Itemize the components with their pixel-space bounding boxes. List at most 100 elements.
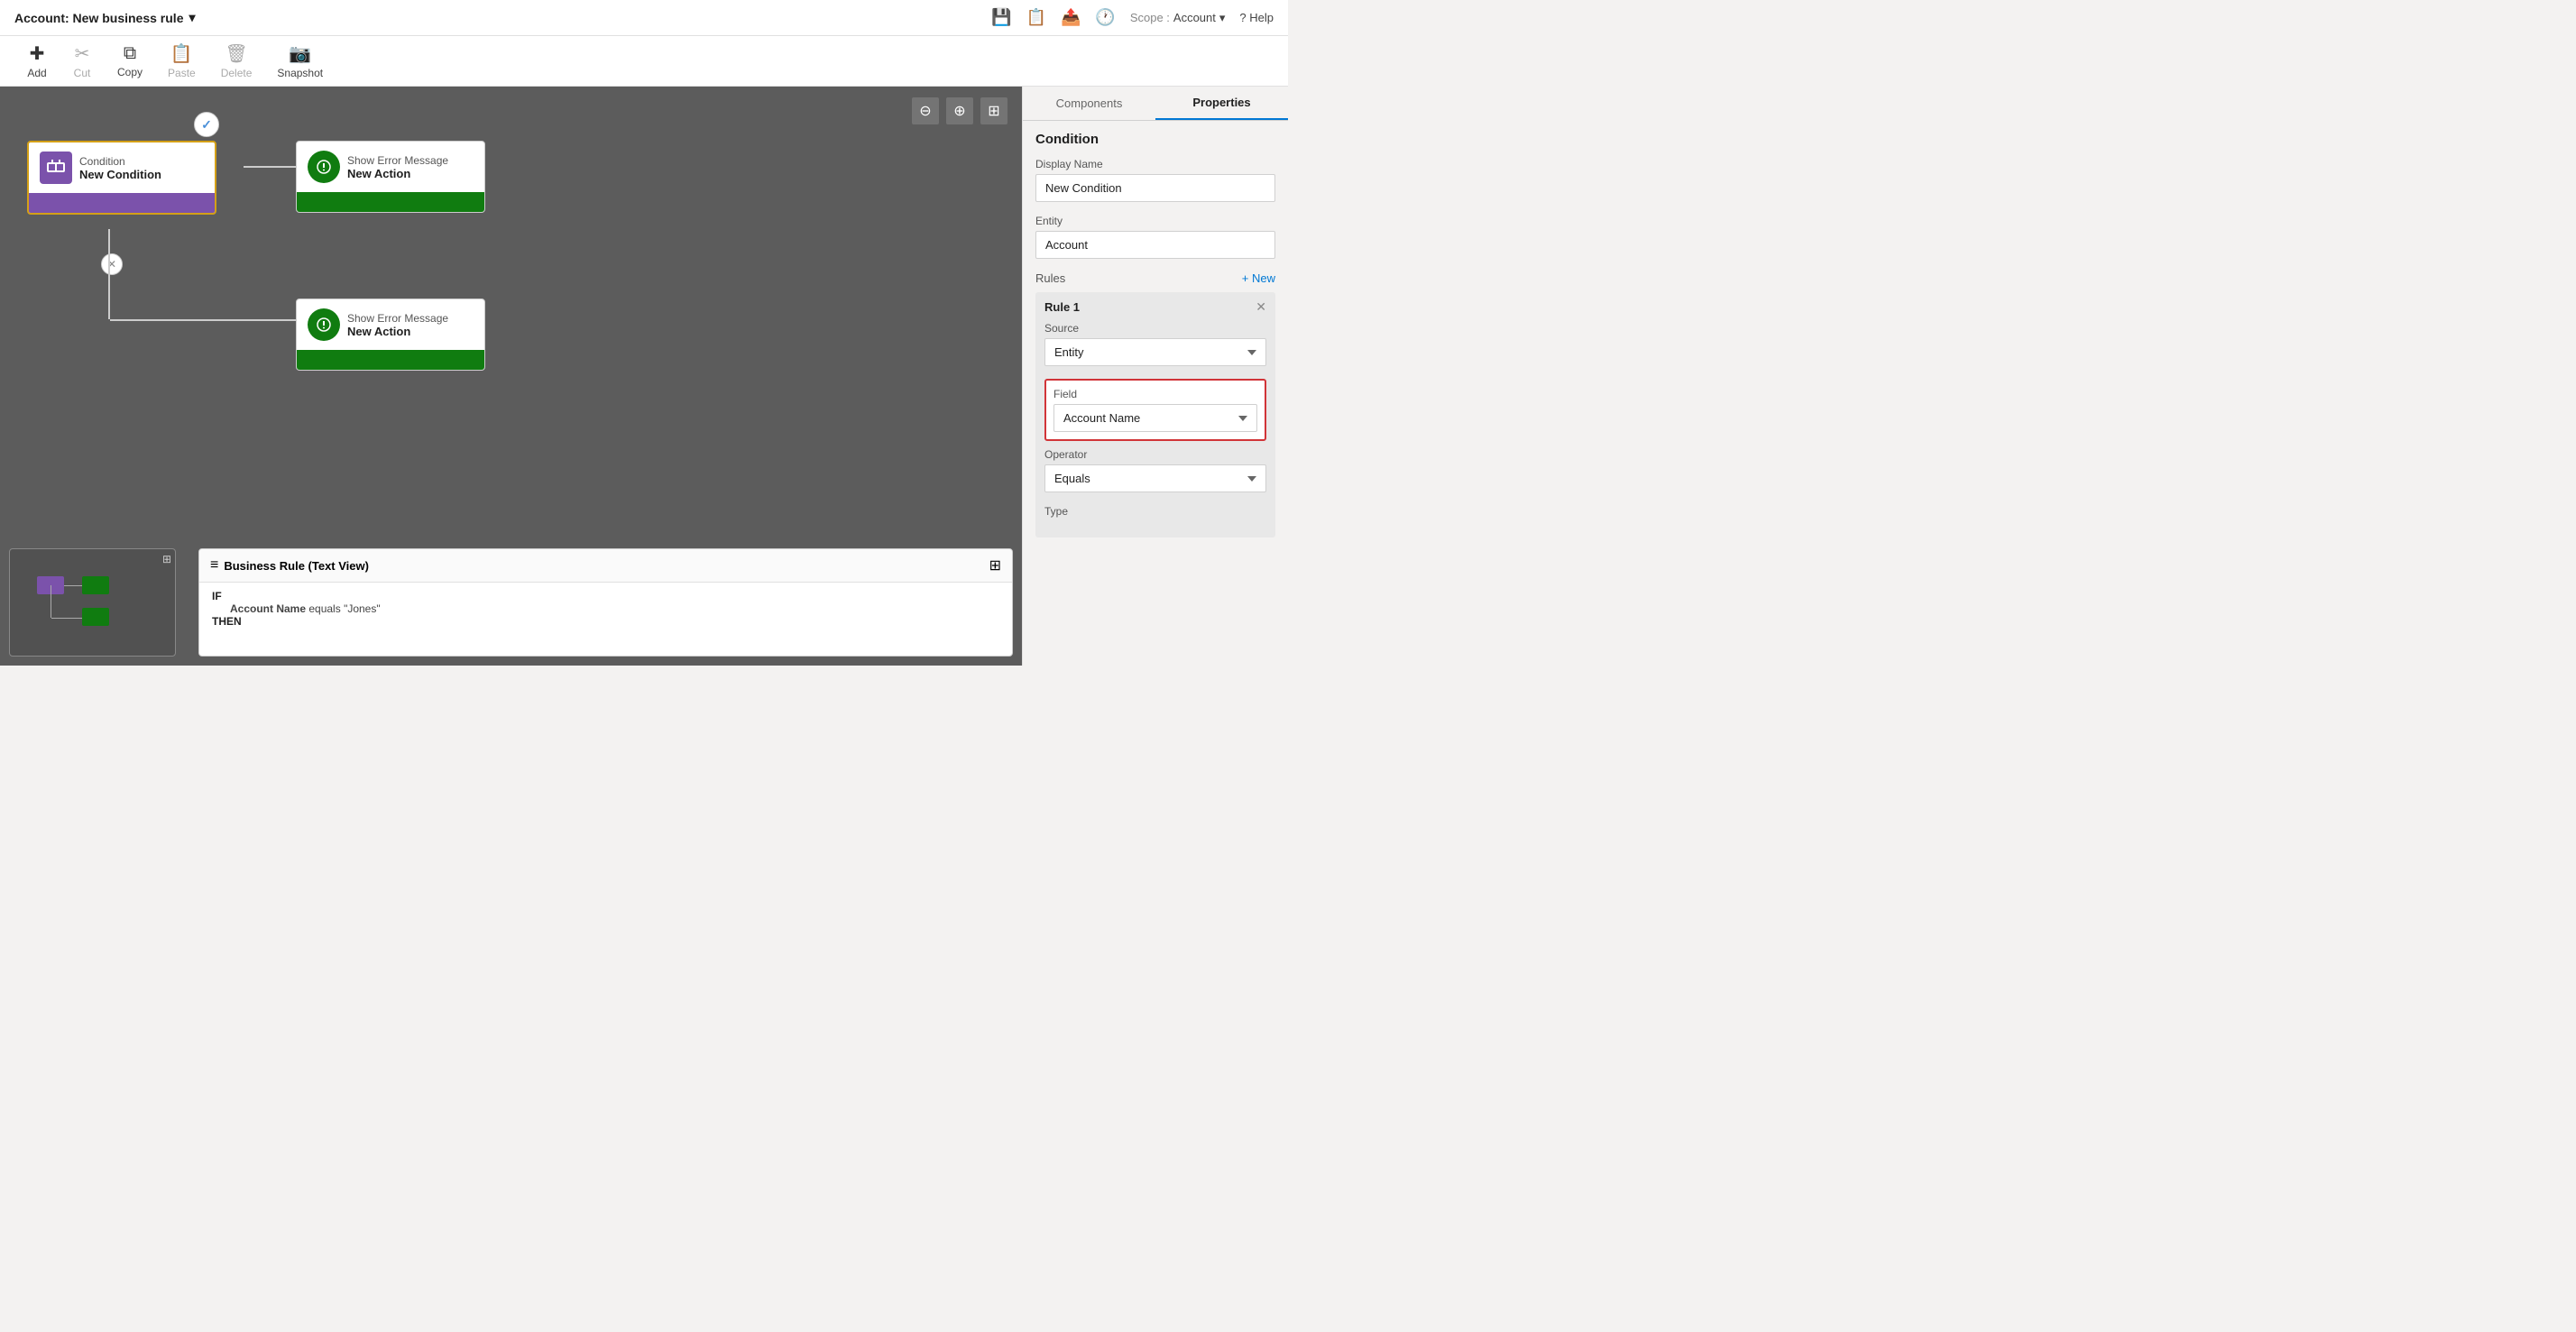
fit-button[interactable]: ⊞ (980, 97, 1007, 124)
entity-field-group: Entity (1035, 215, 1275, 259)
scope-selector[interactable]: Scope : Account ▾ (1130, 11, 1226, 25)
rules-section: Rules + New Rule 1 ✕ Source Entity (1035, 271, 1275, 537)
operator-select[interactable]: Equals (1044, 464, 1266, 492)
condition-field-name: Account Name (230, 602, 308, 615)
tab-components[interactable]: Components (1023, 87, 1155, 120)
connector-v1 (108, 229, 110, 319)
mini-action-1-node (82, 576, 109, 594)
action-node-1-header: Show Error Message New Action (297, 142, 484, 192)
help-button[interactable]: ? Help (1239, 11, 1274, 24)
scope-label: Scope : (1130, 11, 1170, 24)
rule-1-header: Rule 1 ✕ (1044, 299, 1266, 315)
operator-label: Operator (1044, 448, 1266, 461)
tab-components-label: Components (1056, 96, 1123, 110)
paste-icon: 📋 (170, 42, 193, 65)
mini-map-expand-icon[interactable]: ⊞ (162, 553, 171, 565)
field-label: Field (1053, 388, 1257, 400)
action-1-footer (297, 192, 484, 212)
title-bar: Account: New business rule ▾ 💾 📋 📤 🕐 Sco… (0, 0, 1288, 36)
toolbar: ✚ Add ✂ Cut ⧉ Copy 📋 Paste 🗑 Delete 📷 Sn… (0, 36, 1288, 87)
text-view-body: IF Account Name equals "Jones" THEN (199, 583, 1012, 635)
action-node-2-text: Show Error Message New Action (347, 312, 448, 338)
scope-value: Account (1173, 11, 1216, 24)
rules-label: Rules (1035, 271, 1065, 285)
condition-node-text: Condition New Condition (79, 155, 161, 181)
action-2-title: Show Error Message (347, 312, 448, 325)
history-icon[interactable]: 🕐 (1095, 8, 1115, 27)
zoom-out-button[interactable]: ⊖ (912, 97, 939, 124)
entity-input[interactable] (1035, 231, 1275, 259)
delete-button[interactable]: 🗑 Delete (208, 37, 265, 85)
text-view-then-line: THEN (212, 615, 999, 628)
condition-node-title: Condition (79, 155, 161, 168)
mini-map: ⊞ (9, 548, 176, 657)
page-title: Account: New business rule (14, 11, 183, 25)
add-label: Add (27, 67, 46, 79)
text-view-title-text: Business Rule (Text View) (224, 559, 369, 573)
display-name-input[interactable] (1035, 174, 1275, 202)
cut-icon: ✂ (75, 42, 90, 65)
type-field-group: Type (1044, 505, 1266, 518)
connector-h2 (110, 319, 296, 321)
source-field-group: Source Entity (1044, 322, 1266, 366)
scope-dropdown-icon[interactable]: ▾ (1219, 11, 1226, 25)
action-node-1[interactable]: Show Error Message New Action (296, 141, 485, 213)
condition-false-connector: ✕ (101, 253, 123, 275)
condition-operator: equals (308, 602, 344, 615)
copy-icon: ⧉ (124, 43, 136, 64)
rule-1-box: Rule 1 ✕ Source Entity Field (1035, 292, 1275, 537)
action-1-name: New Action (347, 167, 448, 180)
text-view-if-line: IF (212, 590, 999, 602)
operator-field-group: Operator Equals (1044, 448, 1266, 492)
then-keyword: THEN (212, 615, 242, 628)
main-layout: ⊖ ⊕ ⊞ Condition (0, 87, 1288, 666)
rule-1-title: Rule 1 (1044, 300, 1080, 314)
text-view-condition-line: Account Name equals "Jones" (212, 602, 999, 615)
copy-button[interactable]: ⧉ Copy (105, 38, 155, 84)
cut-button[interactable]: ✂ Cut (60, 37, 105, 85)
condition-node-footer (29, 193, 215, 213)
canvas-area[interactable]: ⊖ ⊕ ⊞ Condition (0, 87, 1022, 666)
mini-conn-h2 (51, 618, 82, 619)
rules-new-button[interactable]: + New (1242, 271, 1275, 285)
text-view-expand-button[interactable]: ⊞ (989, 556, 1001, 574)
paste-button[interactable]: 📋 Paste (155, 37, 208, 85)
text-view-title-area: ≡ Business Rule (Text View) (210, 557, 369, 574)
condition-node-header: Condition New Condition (29, 142, 215, 193)
publish-icon[interactable]: 📤 (1061, 8, 1081, 27)
text-view-header: ≡ Business Rule (Text View) ⊞ (199, 549, 1012, 583)
title-dropdown-icon[interactable]: ▾ (189, 10, 195, 25)
display-name-label: Display Name (1035, 158, 1275, 170)
display-name-field-group: Display Name (1035, 158, 1275, 202)
action-node-1-text: Show Error Message New Action (347, 154, 448, 180)
text-view-list-icon: ≡ (210, 557, 218, 574)
tab-properties[interactable]: Properties (1155, 87, 1288, 120)
action-node-2[interactable]: Show Error Message New Action (296, 299, 485, 371)
zoom-in-icon: ⊕ (953, 102, 965, 120)
activate-icon[interactable]: 📋 (1026, 8, 1046, 27)
add-button[interactable]: ✚ Add (14, 37, 60, 85)
rules-header: Rules + New (1035, 271, 1275, 285)
condition-node-name: New Condition (79, 168, 161, 181)
panel-content: Condition Display Name Entity Rules + Ne… (1023, 121, 1288, 666)
action-2-name: New Action (347, 325, 448, 338)
right-panel: Components Properties Condition Display … (1022, 87, 1288, 666)
delete-label: Delete (221, 67, 253, 79)
condition-value: "Jones" (344, 602, 381, 615)
type-label: Type (1044, 505, 1266, 518)
if-keyword: IF (212, 590, 222, 602)
action-2-footer (297, 350, 484, 370)
paste-label: Paste (168, 67, 196, 79)
rule-1-close-button[interactable]: ✕ (1256, 299, 1266, 315)
panel-section-title: Condition (1035, 132, 1275, 147)
snapshot-button[interactable]: 📷 Snapshot (264, 37, 336, 85)
fit-icon: ⊞ (988, 102, 999, 120)
condition-icon (40, 152, 72, 184)
save-icon[interactable]: 💾 (991, 8, 1011, 27)
zoom-in-button[interactable]: ⊕ (946, 97, 973, 124)
source-label: Source (1044, 322, 1266, 335)
condition-node[interactable]: Condition New Condition (27, 141, 216, 215)
source-select[interactable]: Entity (1044, 338, 1266, 366)
field-select[interactable]: Account Name (1053, 404, 1257, 432)
panel-tabs: Components Properties (1023, 87, 1288, 121)
